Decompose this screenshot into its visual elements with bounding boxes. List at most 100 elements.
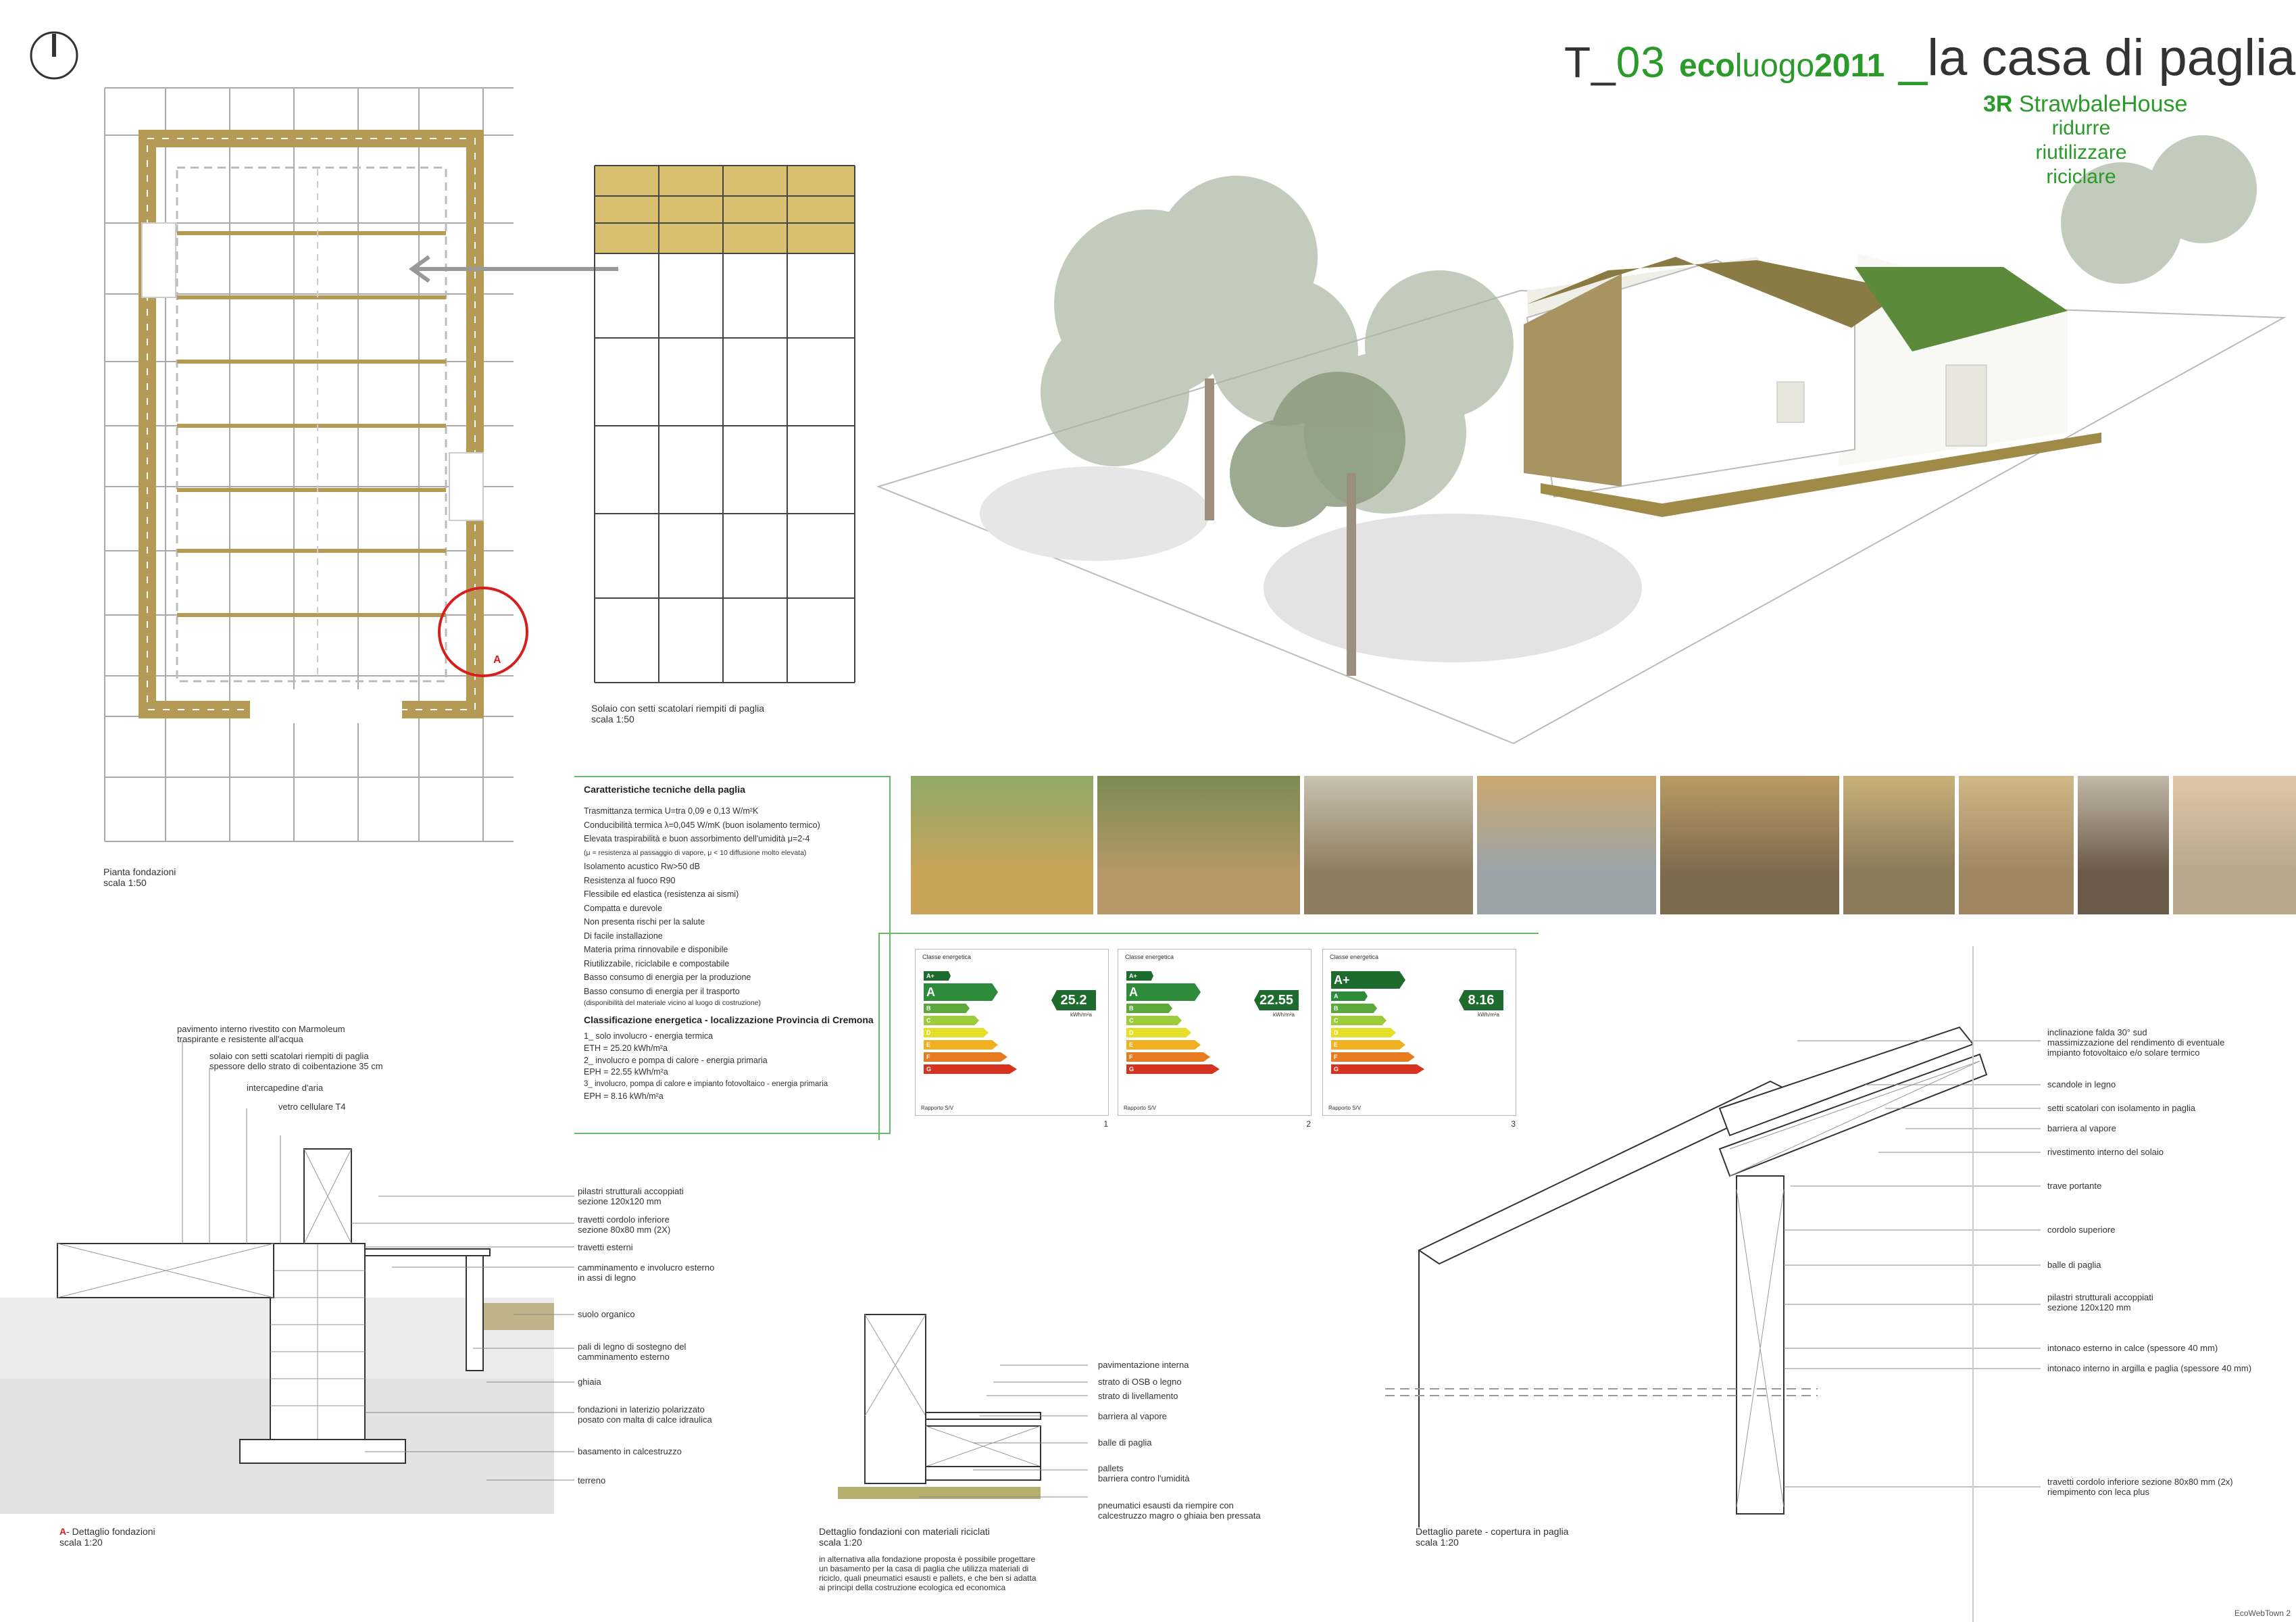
spec-line: Flessibile ed elastica (resistenza ai si… [584, 889, 739, 899]
label-line: camminamento e involucro esterno [578, 1262, 715, 1273]
spec-line: Basso consumo di energia per la produzio… [584, 973, 751, 982]
verb-reduce: ridurre [2051, 117, 2111, 139]
label-line: camminamento esterno [578, 1352, 670, 1362]
energy-card: Classe energetica 25.2 kWh/m²a Rapporto … [915, 949, 1109, 1129]
spec-line: Compatta e durevole [584, 903, 663, 913]
label-line: sezione 120x120 mm [2047, 1302, 2131, 1312]
photo-plastered-window [2078, 776, 2169, 914]
label-line: in assi di legno [578, 1273, 636, 1283]
label-straw-bales: balle di paglia [1098, 1437, 1152, 1448]
spec-line: (μ = resistenza al passaggio di vapore, … [584, 848, 807, 857]
energy-grade-bar: F [1331, 1052, 1415, 1062]
energy-card-title: Classe energetica [922, 954, 972, 960]
energy-grade-bar: B [1126, 1004, 1172, 1013]
energy-grade-bar: C [1126, 1016, 1182, 1025]
label-roof-slope: inclinazione falda 30° sud massimizzazio… [2047, 1027, 2224, 1058]
label-osb-layer: strato di OSB o legno [1098, 1377, 1182, 1387]
label-line: pallets [1098, 1463, 1124, 1473]
caption-scale: scala 1:50 [103, 877, 147, 888]
label-slab: solaio con setti scatolari riempiti di p… [209, 1051, 383, 1071]
energy-line: 1_ solo involucro - energia termica [584, 1031, 714, 1041]
subtitle-verbs: ridurre riutilizzare riciclare [2027, 116, 2135, 189]
energy-grade-bar: A+ [1331, 971, 1405, 989]
label-boxed-partitions: setti scatolari con isolamento in paglia [2047, 1103, 2195, 1113]
energy-grade-bar: B [924, 1004, 970, 1013]
label-line: sezione 80x80 mm (2X) [578, 1225, 671, 1235]
label-ceiling-lining: rivestimento interno del solaio [2047, 1147, 2164, 1157]
caption-scale: scala 1:50 [591, 714, 634, 724]
label-line: solaio con setti scatolari riempiti di p… [209, 1051, 369, 1061]
energy-card-footer: Rapporto S/V [921, 1105, 954, 1111]
spec-line: (disponibilità del materiale vicino al l… [584, 999, 762, 1007]
label-gravel: ghiaia [578, 1377, 601, 1387]
foundation-plan-caption: Pianta fondazioni scala 1:50 [103, 866, 176, 888]
energy-card: Classe energetica 8.16 kWh/m²a Rapporto … [1322, 949, 1516, 1129]
label-straw-bales: balle di paglia [2047, 1260, 2101, 1270]
label-wood-piles: pali di legno di sostegno del camminamen… [578, 1342, 686, 1362]
label-topsoil: suolo organico [578, 1309, 635, 1319]
board-code-prefix: T_ [1564, 38, 1616, 87]
spec-line: Basso consumo di energia per il trasport… [584, 986, 740, 996]
photo-frame-corner [1660, 776, 1839, 914]
label-interior-floor: pavimentazione interna [1098, 1360, 1189, 1370]
page-title: _la casa di paglia [1899, 28, 2295, 87]
foundation-plan-walls [139, 130, 528, 723]
label-levelling-layer: strato di livellamento [1098, 1391, 1178, 1401]
energy-grade-bar: A [924, 983, 998, 1001]
label-line: traspirante e resistente all'acqua [177, 1034, 303, 1044]
spec-line: Conducibilità termica λ=0,045 W/mK (buon… [584, 820, 820, 830]
energy-unit: kWh/m²a [1273, 1012, 1295, 1018]
energy-grade-bar: G [924, 1064, 1017, 1074]
title-separator: _ [1899, 29, 1928, 87]
label-line: pilastri strutturali accoppiati [578, 1186, 684, 1196]
photo-straw-field [911, 776, 1093, 914]
energy-value-badge: 22.55 [1254, 990, 1299, 1010]
photo-frame-structure [1477, 776, 1656, 914]
energy-card-number: 1 [1103, 1119, 1108, 1129]
spec-line: Riutilizzabile, riciclabile e compostabi… [584, 958, 730, 968]
energy-card-number: 3 [1511, 1119, 1516, 1129]
photo-timber-frame [1304, 776, 1473, 914]
label-walkway: camminamento e involucro esterno in assi… [578, 1262, 714, 1283]
energy-grade-bar: E [1331, 1040, 1405, 1050]
energy-unit: kWh/m²a [1478, 1012, 1499, 1018]
energy-line: ETH = 25.20 kWh/m²a [584, 1043, 668, 1053]
label-external-plaster: intonaco esterno in calce (spessore 40 m… [2047, 1343, 2218, 1353]
label-line: travetti cordolo inferiore [578, 1214, 670, 1225]
energy-grade-bar: A+ [1126, 971, 1153, 981]
photo-plastering-hand [2173, 776, 2296, 914]
note-line: un basamento per la casa di paglia che u… [819, 1564, 1029, 1573]
energy-line: 2_ involucro e pompa di calore - energia… [584, 1055, 768, 1065]
energy-line: EPH = 8.16 kWh/m²a [584, 1091, 664, 1101]
detail-marker-label: A [493, 654, 501, 666]
floor-slab-plan [594, 165, 855, 683]
energy-grade-bar: C [1331, 1016, 1387, 1025]
energy-class-heading: Classificazione energetica - localizzazi… [584, 1014, 874, 1025]
spec-line: Di facile installazione [584, 931, 663, 941]
energy-grade-bar: F [924, 1052, 1007, 1062]
spec-line: Elevata traspirabilità e buon assorbimen… [584, 834, 810, 843]
label-lower-beams: travetti cordolo inferiore sezione 80x80… [2047, 1477, 2233, 1497]
energy-grade-bar: F [1126, 1052, 1210, 1062]
label-cellular-glass: vetro cellulare T4 [278, 1102, 346, 1112]
straw-specs-panel: Caratteristiche tecniche della paglia Tr… [574, 776, 891, 1134]
caption-title: Pianta fondazioni [103, 866, 176, 877]
label-brick-foundation: fondazioni in laterizio polarizzato posa… [578, 1404, 712, 1425]
label-pallets: pallets barriera contro l'umidità [1098, 1463, 1189, 1483]
caption-scale: scala 1:20 [1416, 1537, 1459, 1548]
verb-recycle: riciclare [2046, 166, 2116, 188]
brand-year: 2011 [1814, 48, 1885, 84]
brand-eco: eco [1679, 48, 1735, 84]
label-line: pali di legno di sostegno del [578, 1342, 687, 1352]
label-vapour-barrier: barriera al vapore [2047, 1123, 2116, 1133]
spec-line: Resistenza al fuoco R90 [584, 875, 676, 885]
label-main-beam: trave portante [2047, 1181, 2102, 1191]
energy-card-footer: Rapporto S/V [1124, 1105, 1157, 1111]
label-pillars: pilastri strutturali accoppiati sezione … [2047, 1292, 2153, 1312]
label-line: spessore dello strato di coibentazione 3… [209, 1061, 383, 1071]
caption-title: Solaio con setti scatolari riempiti di p… [591, 703, 765, 714]
label-pillars: pilastri strutturali accoppiati sezione … [578, 1186, 684, 1206]
energy-grade-bar: G [1331, 1064, 1424, 1074]
energy-card-title: Classe energetica [1330, 954, 1379, 960]
energy-grade-bar: G [1126, 1064, 1220, 1074]
